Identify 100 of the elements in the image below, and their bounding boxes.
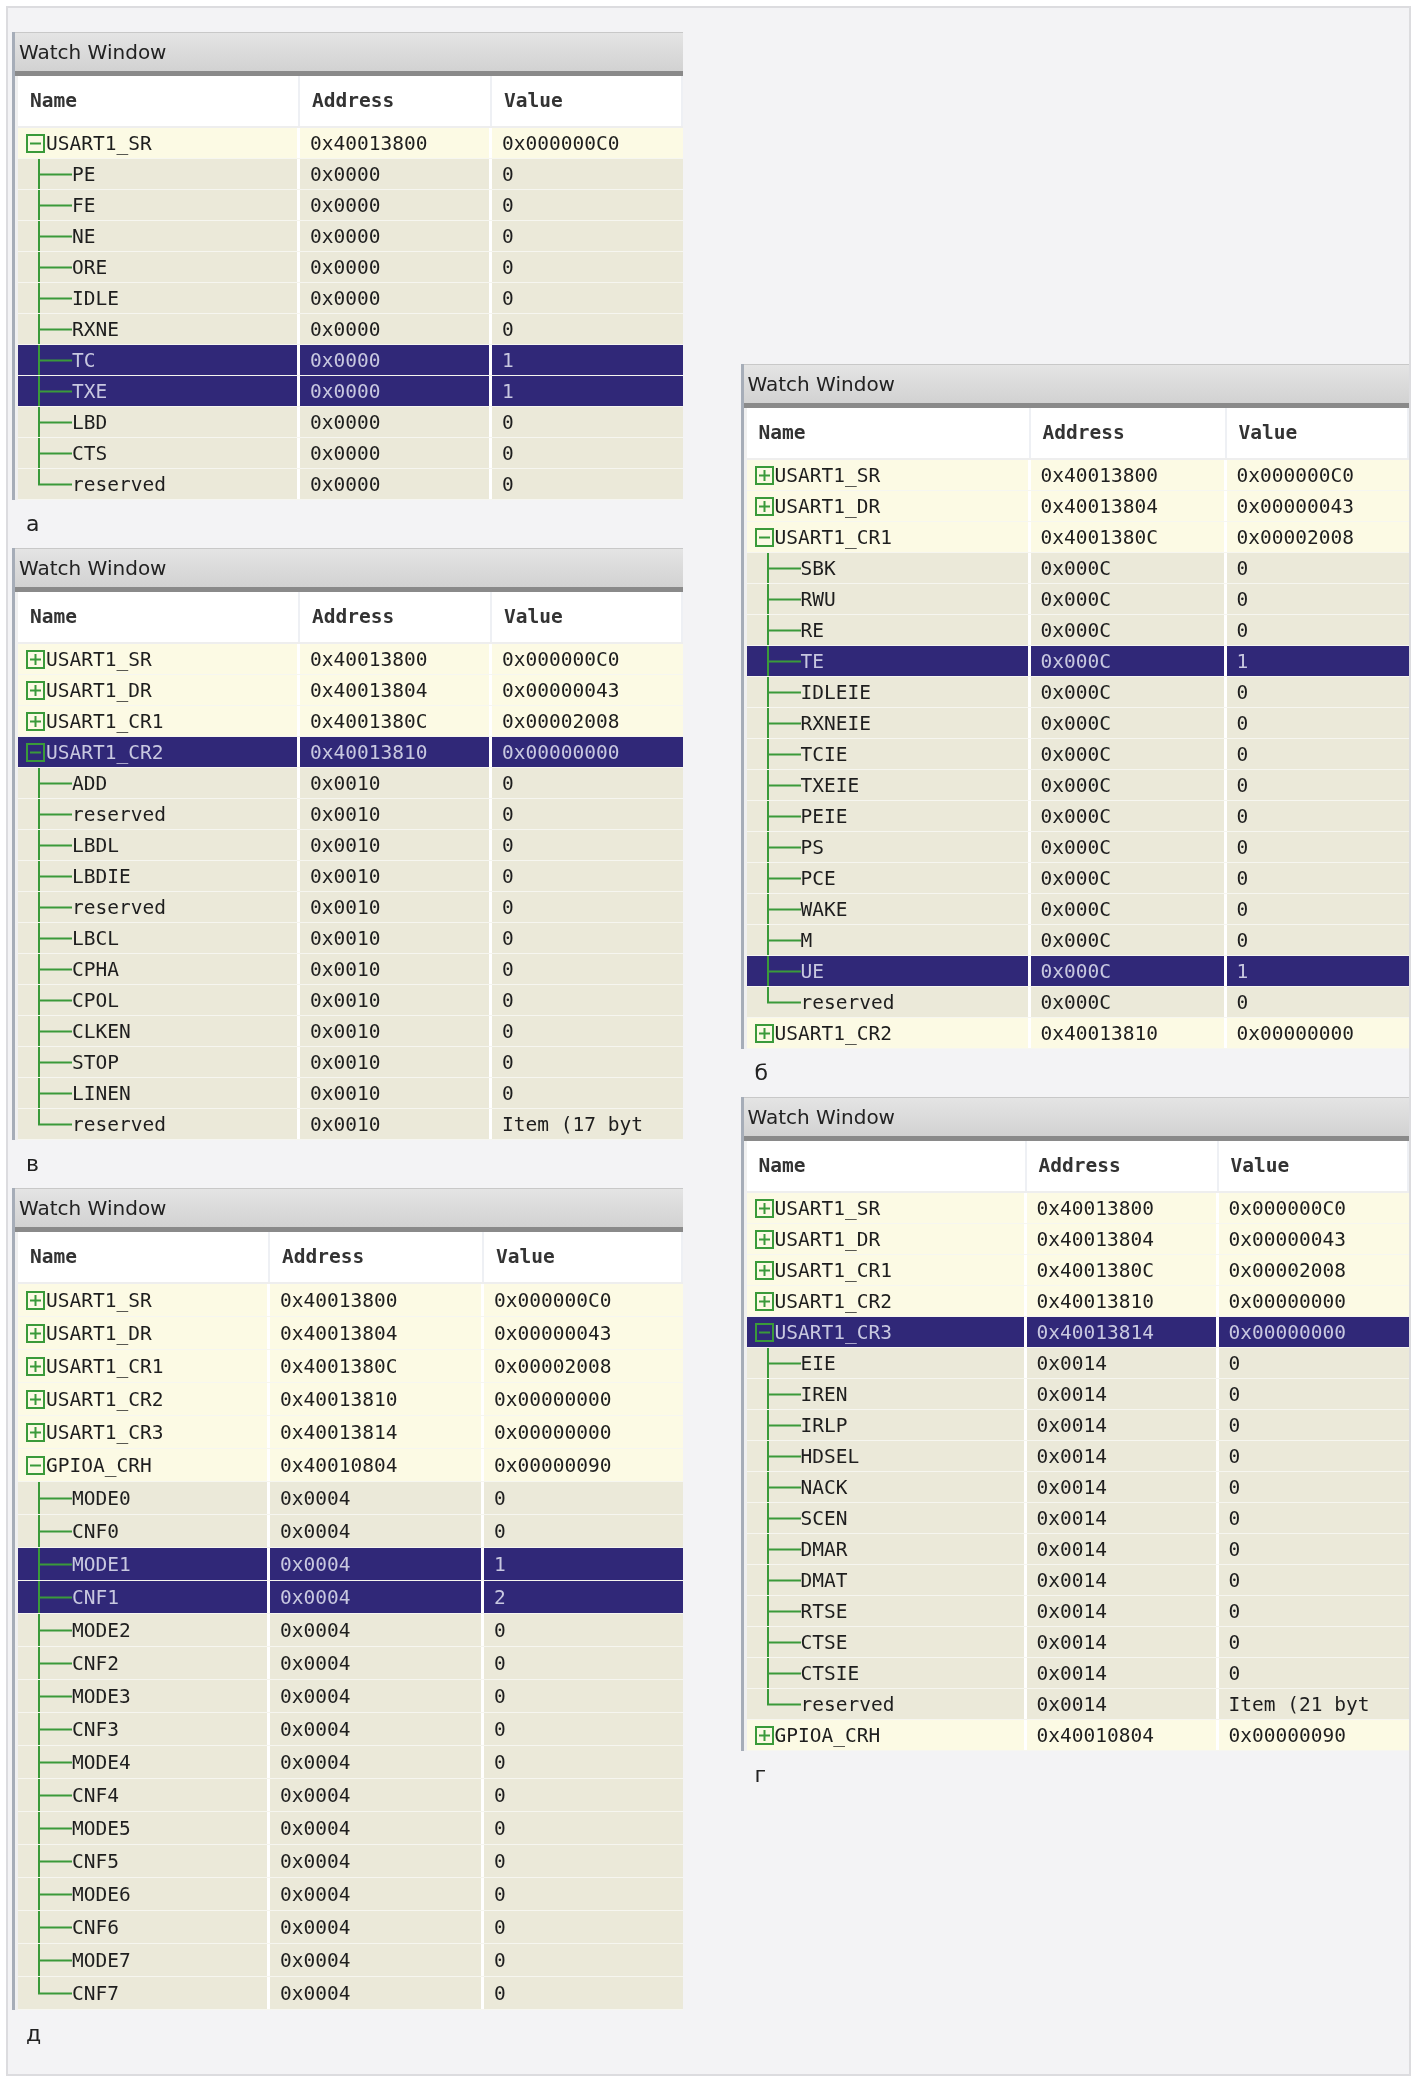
- tree-row[interactable]: DMAR 0x0014 0: [746, 1534, 1409, 1565]
- tree-row[interactable]: USART1_DR 0x40013804 0x00000043: [746, 1224, 1409, 1255]
- tree-row[interactable]: FE 0x0000 0: [18, 190, 683, 221]
- tree-row[interactable]: HDSEL 0x0014 0: [746, 1441, 1409, 1472]
- tree-row[interactable]: USART1_SR 0x40013800 0x000000C0: [18, 644, 683, 675]
- column-header[interactable]: Address: [300, 592, 492, 642]
- collapse-icon[interactable]: [754, 1322, 774, 1342]
- tree-row[interactable]: TE 0x000C 1: [746, 646, 1409, 677]
- tree-row[interactable]: RWU 0x000C 0: [746, 584, 1409, 615]
- tree-row[interactable]: USART1_DR 0x40013804 0x00000043: [746, 491, 1409, 522]
- tree-row[interactable]: CNF2 0x0004 0: [18, 1647, 683, 1680]
- expand-icon[interactable]: [754, 1229, 774, 1249]
- column-header[interactable]: Address: [1030, 408, 1227, 458]
- tree-row[interactable]: M 0x000C 0: [746, 925, 1409, 956]
- tree-row[interactable]: CTSIE 0x0014 0: [746, 1658, 1409, 1689]
- tree-row[interactable]: CNF7 0x0004 0: [18, 1977, 683, 2010]
- tree-row[interactable]: MODE1 0x0004 1: [18, 1548, 683, 1581]
- collapse-icon[interactable]: [26, 133, 45, 153]
- column-header[interactable]: Value: [492, 76, 683, 126]
- tree-row[interactable]: EIE 0x0014 0: [746, 1348, 1409, 1379]
- tree-row[interactable]: MODE4 0x0004 0: [18, 1746, 683, 1779]
- column-header[interactable]: Address: [1026, 1141, 1219, 1191]
- tree-row[interactable]: CNF4 0x0004 0: [18, 1779, 683, 1812]
- tree-row[interactable]: CNF6 0x0004 0: [18, 1911, 683, 1944]
- expand-icon[interactable]: [754, 1260, 774, 1280]
- column-header[interactable]: Address: [300, 76, 492, 126]
- tree-row[interactable]: CPOL 0x0010 0: [18, 985, 683, 1016]
- column-header[interactable]: Value: [492, 592, 683, 642]
- tree-row[interactable]: CNF0 0x0004 0: [18, 1515, 683, 1548]
- expand-icon[interactable]: [26, 1323, 45, 1343]
- tree-row[interactable]: GPIOA_CRH 0x40010804 0x00000090: [746, 1720, 1409, 1751]
- expand-icon[interactable]: [754, 1023, 774, 1043]
- column-header[interactable]: Name: [746, 1141, 1027, 1191]
- tree-row[interactable]: TCIE 0x000C 0: [746, 739, 1409, 770]
- collapse-icon[interactable]: [754, 527, 774, 547]
- column-header[interactable]: Name: [18, 1232, 270, 1282]
- tree-row[interactable]: reserved 0x0010 0: [18, 892, 683, 923]
- tree-row[interactable]: reserved 0x0010 0: [18, 799, 683, 830]
- tree-row[interactable]: IDLEIE 0x000C 0: [746, 677, 1409, 708]
- tree-row[interactable]: MODE5 0x0004 0: [18, 1812, 683, 1845]
- tree-row[interactable]: USART1_DR 0x40013804 0x00000043: [18, 1317, 683, 1350]
- tree-row[interactable]: LINEN 0x0010 0: [18, 1078, 683, 1109]
- tree-row[interactable]: IRLP 0x0014 0: [746, 1410, 1409, 1441]
- expand-icon[interactable]: [26, 649, 45, 669]
- tree-row[interactable]: IDLE 0x0000 0: [18, 283, 683, 314]
- tree-row[interactable]: CLKEN 0x0010 0: [18, 1016, 683, 1047]
- tree-row[interactable]: USART1_CR3 0x40013814 0x00000000: [746, 1317, 1409, 1348]
- expand-icon[interactable]: [26, 1422, 45, 1442]
- tree-row[interactable]: RE 0x000C 0: [746, 615, 1409, 646]
- tree-row[interactable]: USART1_CR1 0x4001380C 0x00002008: [18, 1350, 683, 1383]
- tree-row[interactable]: reserved 0x0000 0: [18, 469, 683, 500]
- tree-row[interactable]: RXNEIE 0x000C 0: [746, 708, 1409, 739]
- tree-row[interactable]: USART1_CR2 0x40013810 0x00000000: [18, 737, 683, 768]
- expand-icon[interactable]: [754, 1198, 774, 1218]
- expand-icon[interactable]: [26, 1389, 45, 1409]
- tree-row[interactable]: IREN 0x0014 0: [746, 1379, 1409, 1410]
- tree-row[interactable]: USART1_DR 0x40013804 0x00000043: [18, 675, 683, 706]
- tree-row[interactable]: CTS 0x0000 0: [18, 438, 683, 469]
- tree-row[interactable]: PS 0x000C 0: [746, 832, 1409, 863]
- expand-icon[interactable]: [754, 1291, 774, 1311]
- column-header[interactable]: Value: [1226, 408, 1409, 458]
- tree-row[interactable]: MODE7 0x0004 0: [18, 1944, 683, 1977]
- tree-row[interactable]: USART1_SR 0x40013800 0x000000C0: [18, 128, 683, 159]
- tree-row[interactable]: USART1_CR2 0x40013810 0x00000000: [746, 1018, 1409, 1049]
- tree-row[interactable]: WAKE 0x000C 0: [746, 894, 1409, 925]
- tree-row[interactable]: PEIE 0x000C 0: [746, 801, 1409, 832]
- tree-row[interactable]: GPIOA_CRH 0x40010804 0x00000090: [18, 1449, 683, 1482]
- tree-row[interactable]: USART1_CR3 0x40013814 0x00000000: [18, 1416, 683, 1449]
- tree-row[interactable]: STOP 0x0010 0: [18, 1047, 683, 1078]
- tree-row[interactable]: USART1_SR 0x40013800 0x000000C0: [746, 460, 1409, 491]
- column-header[interactable]: Name: [746, 408, 1031, 458]
- collapse-icon[interactable]: [26, 742, 45, 762]
- column-header[interactable]: Name: [18, 76, 300, 126]
- expand-icon[interactable]: [26, 1290, 45, 1310]
- tree-row[interactable]: MODE0 0x0004 0: [18, 1482, 683, 1515]
- tree-row[interactable]: TXEIE 0x000C 0: [746, 770, 1409, 801]
- tree-row[interactable]: USART1_SR 0x40013800 0x000000C0: [18, 1284, 683, 1317]
- column-header[interactable]: Name: [18, 592, 300, 642]
- tree-row[interactable]: MODE6 0x0004 0: [18, 1878, 683, 1911]
- tree-row[interactable]: UE 0x000C 1: [746, 956, 1409, 987]
- expand-icon[interactable]: [26, 711, 45, 731]
- expand-icon[interactable]: [26, 1356, 45, 1376]
- tree-row[interactable]: RXNE 0x0000 0: [18, 314, 683, 345]
- expand-icon[interactable]: [754, 496, 774, 516]
- tree-row[interactable]: reserved 0x000C 0: [746, 987, 1409, 1018]
- column-header[interactable]: Address: [270, 1232, 484, 1282]
- tree-row[interactable]: LBCL 0x0010 0: [18, 923, 683, 954]
- tree-row[interactable]: DMAT 0x0014 0: [746, 1565, 1409, 1596]
- tree-row[interactable]: USART1_SR 0x40013800 0x000000C0: [746, 1193, 1409, 1224]
- tree-row[interactable]: SBK 0x000C 0: [746, 553, 1409, 584]
- tree-row[interactable]: USART1_CR1 0x4001380C 0x00002008: [746, 1255, 1409, 1286]
- tree-row[interactable]: USART1_CR1 0x4001380C 0x00002008: [18, 706, 683, 737]
- tree-row[interactable]: CTSE 0x0014 0: [746, 1627, 1409, 1658]
- tree-row[interactable]: ADD 0x0010 0: [18, 768, 683, 799]
- tree-row[interactable]: RTSE 0x0014 0: [746, 1596, 1409, 1627]
- tree-row[interactable]: TXE 0x0000 1: [18, 376, 683, 407]
- tree-row[interactable]: CPHA 0x0010 0: [18, 954, 683, 985]
- expand-icon[interactable]: [26, 680, 45, 700]
- tree-row[interactable]: ORE 0x0000 0: [18, 252, 683, 283]
- expand-icon[interactable]: [754, 1725, 774, 1745]
